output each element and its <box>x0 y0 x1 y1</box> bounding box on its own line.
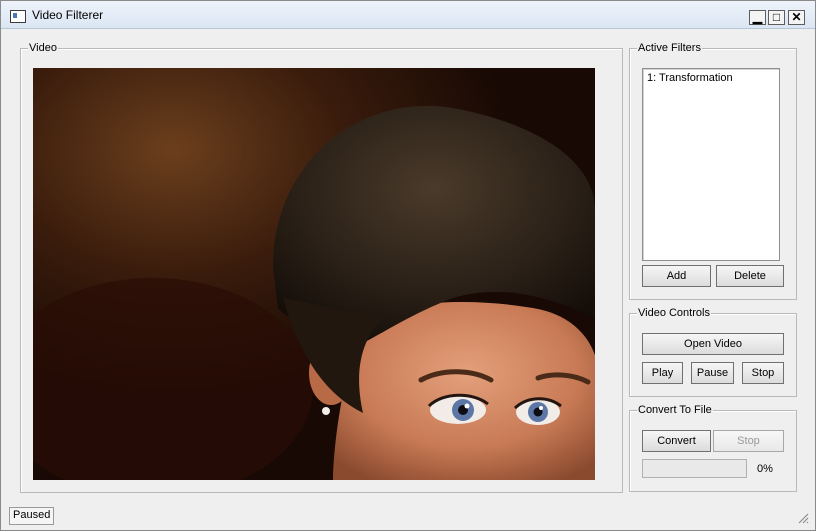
resize-grip-icon[interactable] <box>798 513 809 524</box>
video-group-label: Video <box>28 41 58 56</box>
app-icon <box>10 10 26 23</box>
title-bar[interactable]: Video Filterer ▁ □ ✕ <box>1 1 815 29</box>
convert-stop-button[interactable]: Stop <box>713 430 784 452</box>
add-filter-button[interactable]: Add <box>642 265 711 287</box>
window-title: Video Filterer <box>32 8 104 22</box>
maximize-button[interactable]: □ <box>768 10 785 25</box>
video-frame-image <box>33 68 595 480</box>
active-filters-label: Active Filters <box>637 41 702 56</box>
play-button[interactable]: Play <box>642 362 683 384</box>
status-text: Paused <box>9 507 55 525</box>
delete-filter-button[interactable]: Delete <box>716 265 784 287</box>
video-controls-group: Video Controls <box>629 306 797 397</box>
convert-button[interactable]: Convert <box>642 430 711 452</box>
main-window: Video Filterer ▁ □ ✕ Video Active Filter… <box>0 0 816 531</box>
close-button[interactable]: ✕ <box>788 10 805 25</box>
convert-group-label: Convert To File <box>637 403 713 418</box>
video-frame[interactable] <box>33 68 595 480</box>
pause-button[interactable]: Pause <box>691 362 734 384</box>
video-controls-label: Video Controls <box>637 306 711 321</box>
list-item[interactable]: 1: Transformation <box>647 72 733 84</box>
minimize-button[interactable]: ▁ <box>749 10 766 25</box>
convert-progress-bar <box>642 459 747 478</box>
filters-list[interactable]: 1: Transformation <box>642 68 780 261</box>
stop-button[interactable]: Stop <box>742 362 784 384</box>
open-video-button[interactable]: Open Video <box>642 333 784 355</box>
progress-percent: 0% <box>757 463 773 475</box>
